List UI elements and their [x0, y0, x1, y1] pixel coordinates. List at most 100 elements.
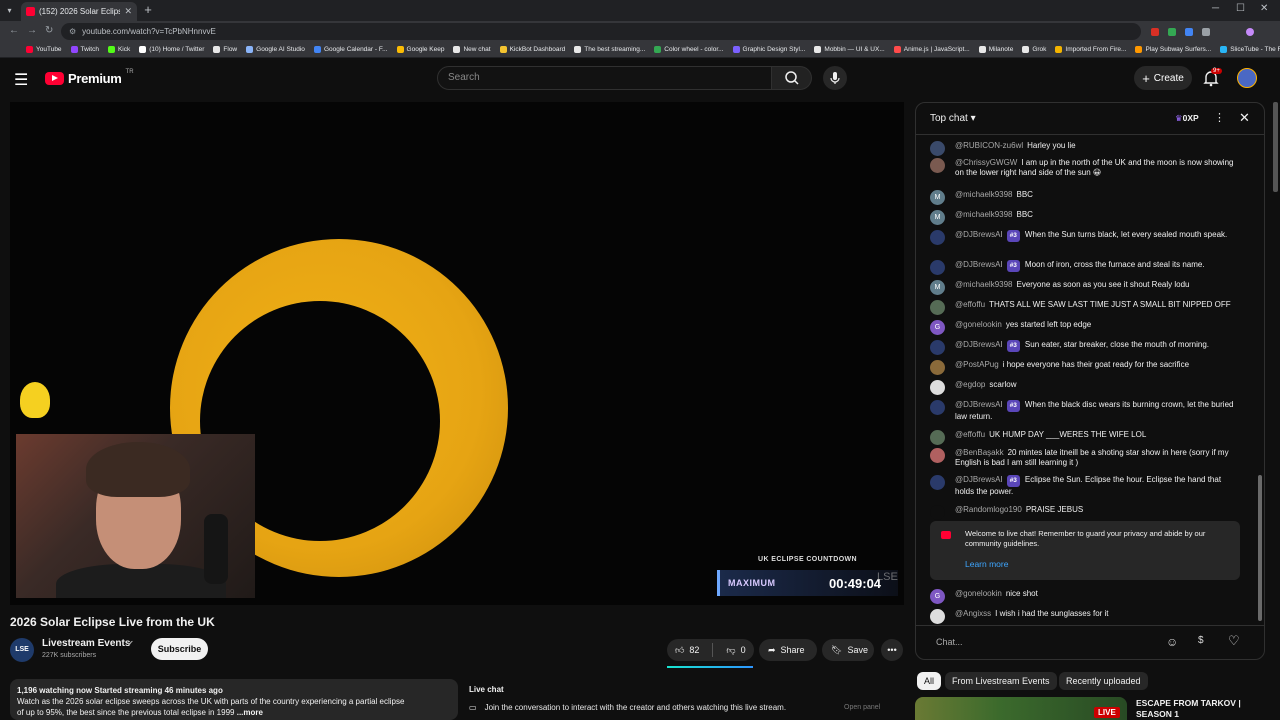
forward-icon[interactable]: → [27, 25, 37, 36]
chat-more-icon[interactable]: ⋮ [1214, 111, 1225, 124]
chat-message[interactable]: @DJBrewsAI #3 Eclipse the Sun. Eclipse the… [930, 475, 1238, 497]
filter-chip[interactable]: All [917, 672, 942, 690]
chat-message[interactable]: @Angixss I wish i had the sunglasses for … [930, 609, 1238, 624]
bookmark-item[interactable]: Flow [213, 46, 237, 53]
bookmark-item[interactable]: Grok [1022, 46, 1046, 53]
chat-author[interactable]: @Angixss [955, 609, 991, 618]
recommendation-title[interactable]: ESCAPE FROM TARKOV | SEASON 1 [1136, 698, 1266, 720]
chat-message[interactable]: @DJBrewsAI #3 Sun eater, star breaker, clo… [930, 340, 1238, 355]
create-button[interactable]: + Create [1134, 66, 1192, 90]
chat-author[interactable]: @DJBrewsAI [955, 230, 1003, 239]
extension-icon[interactable] [1202, 28, 1210, 36]
close-window-icon[interactable]: ✕ [1260, 3, 1268, 14]
like-button[interactable]: 👍︎ 82 [667, 639, 707, 661]
extension-icon[interactable] [1168, 28, 1176, 36]
more-actions-button[interactable]: ••• [881, 639, 903, 661]
bookmark-item[interactable]: Kick [107, 46, 130, 53]
chat-author[interactable]: @effoffu [955, 430, 985, 439]
chat-author[interactable]: @DJBrewsAI [955, 475, 1003, 484]
extension-icon[interactable] [1185, 28, 1193, 36]
reload-icon[interactable]: ↻ [45, 25, 53, 36]
bookmark-item[interactable]: Google AI Studio [246, 46, 305, 53]
browser-tab-active[interactable]: (152) 2026 Solar Eclipse Live fr... ✕ [21, 2, 137, 21]
profile-icon[interactable] [1246, 28, 1254, 36]
address-bar[interactable]: ⚙ youtube.com/watch?v=TcPbNHnnvvE [61, 23, 1141, 40]
bookmark-item[interactable]: Graphic Design Styl... [732, 46, 805, 53]
bookmark-item[interactable]: Color wheel - color... [654, 46, 724, 53]
chat-message[interactable]: @DJBrewsAI #3 Moon of iron, cross the furn… [930, 260, 1238, 275]
chat-scrollbar[interactable] [1258, 475, 1262, 621]
chat-author[interactable]: @BenBaşakk [955, 448, 1004, 457]
bookmark-item[interactable]: (10) Home / Twitter [139, 46, 204, 53]
channel-avatar[interactable]: LSE [10, 638, 34, 662]
maximize-icon[interactable]: ☐ [1236, 3, 1245, 14]
chat-author[interactable]: @gonelookin [955, 589, 1002, 598]
bookmark-item[interactable]: Play Subway Surfers... [1135, 46, 1211, 53]
chat-message[interactable]: G @gonelookin nice shot [930, 589, 1238, 604]
description-box[interactable]: 1,196 watching now Started streaming 46 … [10, 679, 458, 720]
tab-search-icon[interactable]: ▾ [3, 4, 16, 17]
chat-author[interactable]: @michaelk9398 [955, 210, 1012, 219]
extension-icon[interactable] [1151, 28, 1159, 36]
chat-message[interactable]: @DJBrewsAI #3 When the Sun turns black, le… [930, 230, 1238, 245]
xp-badge[interactable]: ♛0XP [1175, 113, 1199, 124]
new-tab-icon[interactable]: + [141, 3, 155, 17]
chat-input[interactable]: Chat... [936, 637, 963, 647]
bookmark-item[interactable]: KickBot Dashboard [499, 46, 565, 53]
chat-message[interactable]: @ChrissyGWGW I am up in the north of the … [930, 158, 1238, 178]
chat-message[interactable]: @Randomlogo190 PRAISE JEBUS [930, 505, 1238, 520]
bookmark-item[interactable]: Google Keep [396, 46, 444, 53]
bookmark-item[interactable]: Mobbin — UI & UX... [814, 46, 885, 53]
chat-message[interactable]: @RUBICON-zu6wl Harley you lie [930, 141, 1238, 156]
back-icon[interactable]: ← [9, 25, 19, 36]
bookmark-item[interactable]: Milanote [978, 46, 1013, 53]
bookmark-item[interactable]: New chat [453, 46, 491, 53]
search-button[interactable] [772, 66, 812, 90]
subscribe-button[interactable]: Subscribe [151, 638, 208, 660]
minimize-icon[interactable]: ─ [1212, 3, 1219, 14]
chat-message[interactable]: @effoffu THATS ALL WE SAW LAST TIME JUST … [930, 300, 1238, 315]
chat-author[interactable]: @michaelk9398 [955, 190, 1012, 199]
super-chat-icon[interactable]: $ [1198, 635, 1204, 646]
chat-message[interactable]: @DJBrewsAI #3 When the black disc wears it… [930, 400, 1238, 422]
learn-more-link[interactable]: Learn more [965, 559, 1008, 569]
chat-author[interactable]: @michaelk9398 [955, 280, 1012, 289]
chat-mode-dropdown[interactable]: Top chat ▾ [930, 113, 976, 124]
chat-message[interactable]: G @gonelookin yes started left top edge [930, 320, 1238, 335]
site-info-icon[interactable]: ⚙ [69, 27, 76, 36]
search-input[interactable]: Search [437, 66, 772, 90]
page-scrollbar[interactable] [1273, 102, 1278, 192]
voice-search-button[interactable] [823, 66, 847, 90]
chat-author[interactable]: @egdop [955, 380, 985, 389]
chat-author[interactable]: @effoffu [955, 300, 985, 309]
chat-message[interactable]: M @michaelk9398 BBC [930, 190, 1238, 205]
chat-author[interactable]: @DJBrewsAI [955, 260, 1003, 269]
chat-message[interactable]: M @michaelk9398 BBC [930, 210, 1238, 225]
bookmark-item[interactable]: YouTube [26, 46, 62, 53]
bookmark-item[interactable]: The best streaming... [574, 46, 645, 53]
open-panel-button[interactable]: Open panel [844, 704, 880, 711]
chat-message[interactable]: M @michaelk9398 Everyone as soon as you se… [930, 280, 1238, 295]
filter-chip[interactable]: From Livestream Events [945, 672, 1057, 690]
chat-author[interactable]: @gonelookin [955, 320, 1002, 329]
filter-chip[interactable]: Recently uploaded [1059, 672, 1148, 690]
save-button[interactable]: 🔖︎ Save [822, 639, 874, 661]
bookmark-item[interactable]: SliceTube - The Fast... [1220, 46, 1280, 53]
bookmark-item[interactable]: Anime.js | JavaScript... [893, 46, 970, 53]
bookmark-item[interactable]: Google Calendar - F... [313, 46, 388, 53]
youtube-logo[interactable]: Premium TR [45, 69, 134, 86]
bookmark-item[interactable]: Imported From Fire... [1055, 46, 1126, 53]
chat-message[interactable]: @effoffu UK HUMP DAY ___WERES THE WIFE LO… [930, 430, 1238, 445]
close-chat-icon[interactable]: ✕ [1239, 110, 1250, 126]
chat-author[interactable]: @DJBrewsAI [955, 340, 1003, 349]
chat-author[interactable]: @RUBICON-zu6wl [955, 141, 1023, 150]
show-more-link[interactable]: ...more [237, 708, 263, 717]
share-button[interactable]: ➦ Share [759, 639, 817, 661]
menu-icon[interactable]: ☰ [14, 70, 28, 90]
emoji-icon[interactable]: ☺ [1166, 635, 1178, 649]
heart-icon[interactable]: ♡ [1228, 633, 1240, 649]
chat-author[interactable]: @ChrissyGWGW [955, 158, 1017, 167]
chat-author[interactable]: @PostAPug [955, 360, 999, 369]
bookmark-item[interactable]: Twitch [70, 46, 99, 53]
chat-author[interactable]: @Randomlogo190 [955, 505, 1022, 514]
